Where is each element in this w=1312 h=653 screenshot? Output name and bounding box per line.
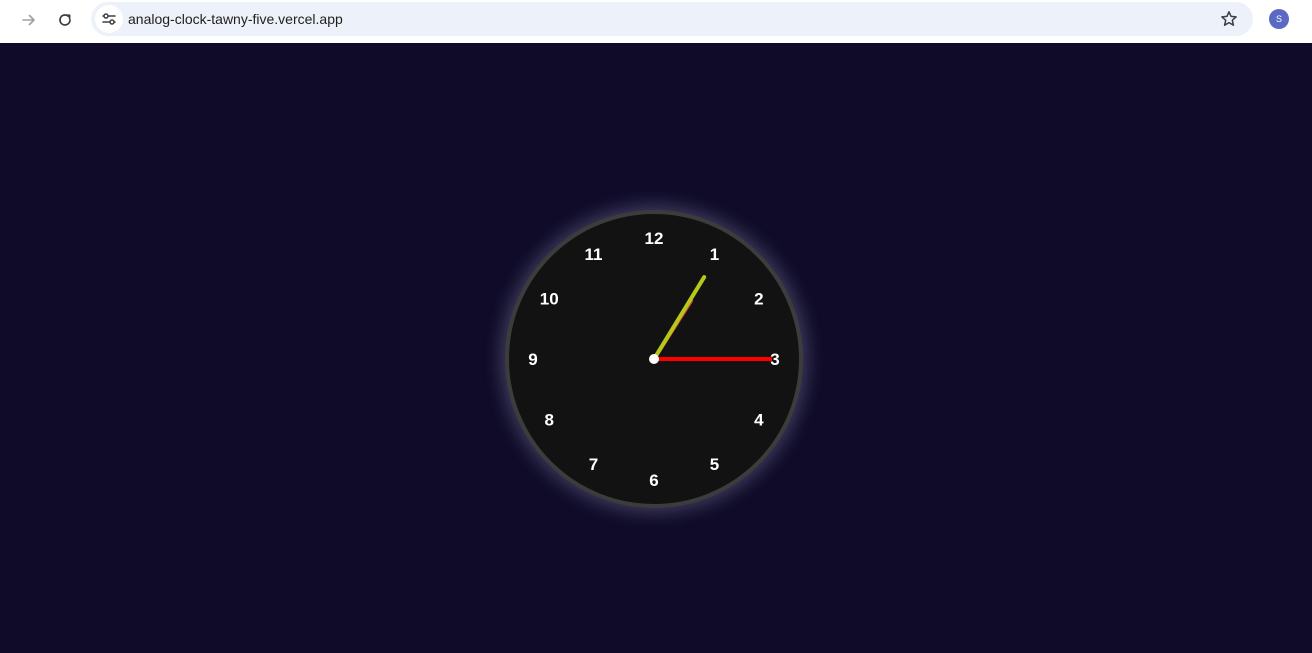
clock-face: 121234567891011 — [528, 229, 779, 490]
clock-number-7: 7 — [589, 455, 598, 474]
forward-button[interactable] — [13, 4, 45, 36]
clock-number-4: 4 — [754, 411, 764, 430]
clock-number-2: 2 — [754, 290, 763, 309]
clock-number-11: 11 — [585, 245, 603, 264]
clock-number-9: 9 — [528, 350, 537, 369]
url-text[interactable]: analog-clock-tawny-five.vercel.app — [128, 2, 343, 36]
clock-number-8: 8 — [544, 411, 553, 430]
minute-hand — [652, 275, 707, 361]
clock-center-dot — [649, 354, 659, 364]
clock-number-1: 1 — [710, 245, 719, 264]
site-settings-icon — [102, 13, 116, 25]
clock-number-10: 10 — [540, 290, 559, 309]
forward-arrow-icon — [22, 14, 35, 26]
clock-number-12: 12 — [645, 229, 664, 248]
bookmark-button[interactable] — [1215, 5, 1243, 33]
reload-button[interactable] — [49, 4, 81, 36]
reload-icon — [59, 14, 71, 26]
page-content: 12 1 2 3 4 5 6 7 8 9 10 11 — [0, 43, 1312, 653]
star-icon — [1221, 11, 1237, 26]
profile-avatar[interactable]: S — [1269, 9, 1289, 29]
clock-number-5: 5 — [710, 455, 719, 474]
address-bar[interactable]: analog-clock-tawny-five.vercel.app — [91, 2, 1253, 36]
analog-clock: 12 1 2 3 4 5 6 7 8 9 10 11 — [505, 210, 803, 508]
browser-toolbar: analog-clock-tawny-five.vercel.app S — [0, 0, 1312, 43]
site-info-button[interactable] — [95, 5, 123, 33]
clock-number-6: 6 — [649, 471, 658, 490]
